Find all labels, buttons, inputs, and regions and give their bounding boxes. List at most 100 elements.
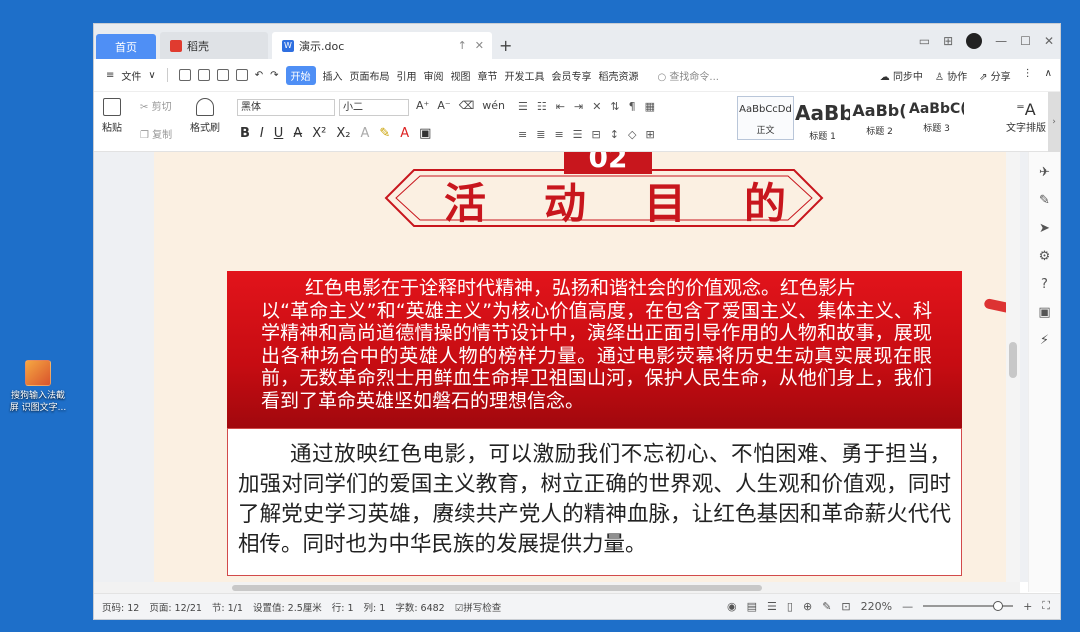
shrink-font-icon[interactable]: A⁻ — [437, 99, 450, 112]
justify-icon[interactable]: ☰ — [573, 128, 583, 141]
command-search[interactable]: ○ 查找命令... — [658, 68, 719, 83]
menu-start[interactable]: 开始 — [285, 65, 316, 85]
paste-button[interactable]: 粘贴 — [102, 98, 122, 134]
fullscreen-icon[interactable]: ⛶ — [1042, 599, 1050, 613]
font-size-select[interactable]: 小二 — [339, 99, 409, 116]
redo-icon[interactable]: ↷ — [270, 70, 278, 81]
numbered-list-icon[interactable]: ☷ — [537, 100, 547, 113]
tab-home[interactable]: 首页 — [96, 34, 156, 59]
preview-icon[interactable] — [235, 69, 248, 81]
chevron-down-icon[interactable]: ∨ — [148, 70, 155, 81]
clear-format-icon[interactable]: ⌫ — [459, 99, 475, 112]
strikethrough-icon[interactable]: A̶ — [293, 126, 302, 141]
web-view-icon[interactable]: ⊕ — [803, 600, 812, 613]
font-color-icon[interactable]: A — [400, 126, 409, 141]
avatar[interactable] — [966, 33, 983, 49]
tab-document[interactable]: W 演示.doc ↑ ✕ — [272, 32, 492, 59]
sidebar-pen-icon[interactable]: ✎ — [1029, 193, 1060, 208]
horizontal-scroll-thumb[interactable] — [232, 585, 762, 591]
align-left-icon[interactable]: ≡ — [518, 128, 527, 141]
ribbon-scroll-right[interactable]: › — [1048, 92, 1060, 152]
show-marks-icon[interactable]: ¶ — [629, 100, 636, 113]
distribute-icon[interactable]: ⊟ — [592, 128, 601, 141]
page-view-icon[interactable]: ▤ — [747, 600, 757, 613]
print-icon[interactable] — [216, 69, 229, 81]
table-icon[interactable]: ▦ — [645, 100, 655, 113]
tab-daoke[interactable]: 稻壳 — [160, 32, 268, 59]
sort-icon[interactable]: ⇅ — [610, 100, 619, 113]
minimize-icon[interactable]: — — [995, 34, 1007, 48]
menu-review[interactable]: 审阅 — [424, 68, 444, 83]
zoom-slider-knob[interactable] — [993, 601, 1004, 611]
collapse-ribbon-icon[interactable]: ∧ — [1045, 68, 1052, 83]
outdent-icon[interactable]: ⇤ — [556, 100, 565, 113]
sidebar-rocket-icon[interactable]: ✈ — [1029, 165, 1060, 180]
grid-icon[interactable]: ⊞ — [943, 34, 953, 48]
read-view-icon[interactable]: ▯ — [787, 600, 793, 613]
vertical-scrollbar[interactable] — [1006, 152, 1020, 582]
desktop-shortcut-sogou[interactable]: 搜狗输入法截屏 识图文字... — [2, 360, 74, 414]
sidebar-image-icon[interactable]: ▣ — [1029, 305, 1060, 320]
format-painter-button[interactable]: 格式刷 — [190, 98, 220, 134]
superscript-icon[interactable]: X² — [312, 126, 326, 141]
share-button[interactable]: ⇗ 分享 — [979, 68, 1011, 83]
fit-page-icon[interactable]: ⊡ — [841, 600, 850, 613]
outline-view-icon[interactable]: ☰ — [767, 600, 777, 613]
grow-font-icon[interactable]: A⁺ — [416, 99, 429, 112]
indent-icon[interactable]: ⇥ — [574, 100, 583, 113]
menu-layout[interactable]: 页面布局 — [350, 68, 390, 83]
eye-icon[interactable]: ◉ — [727, 600, 737, 613]
undo-icon[interactable]: ↶ — [255, 70, 263, 81]
zoom-in-button[interactable]: + — [1023, 600, 1032, 613]
align-right-icon[interactable]: ≡ — [554, 128, 563, 141]
new-tab-button[interactable]: + — [499, 36, 512, 55]
style-normal[interactable]: AaBbCcDd 正文 — [737, 96, 794, 140]
menu-dev-tools[interactable]: 开发工具 — [505, 68, 545, 83]
font-family-select[interactable]: 黑体 — [237, 99, 335, 116]
underline-icon[interactable]: U — [274, 126, 284, 141]
phonetic-icon[interactable]: wén — [482, 99, 505, 112]
menu-view[interactable]: 视图 — [451, 68, 471, 83]
line-spacing-icon[interactable]: ↕ — [610, 128, 619, 141]
copy-button[interactable]: ❐ 复制 — [140, 126, 172, 141]
hamburger-icon[interactable]: ≡ — [106, 70, 114, 81]
sync-button[interactable]: ☁ 同步中 — [880, 68, 923, 83]
close-icon[interactable]: ✕ — [1044, 34, 1054, 48]
menu-daoke-resources[interactable]: 稻壳资源 — [599, 68, 639, 83]
menu-insert[interactable]: 插入 — [323, 68, 343, 83]
status-page[interactable]: 页码: 12 — [102, 600, 139, 614]
zoom-level[interactable]: 220% — [861, 600, 892, 613]
sidebar-bolt-icon[interactable]: ⚡ — [1029, 333, 1060, 348]
style-heading-1[interactable]: AaBb 标题 1 — [794, 96, 851, 142]
sidebar-settings-icon[interactable]: ⚙ — [1029, 249, 1060, 264]
italic-icon[interactable]: I — [260, 126, 264, 141]
menu-file[interactable]: 文件 — [121, 68, 141, 83]
bullet-list-icon[interactable]: ☰ — [518, 100, 528, 113]
vertical-scroll-thumb[interactable] — [1009, 342, 1017, 378]
maximize-icon[interactable]: ☐ — [1020, 34, 1031, 48]
align-center-icon[interactable]: ≣ — [536, 128, 545, 141]
tab-pin-icon[interactable]: ↑ — [458, 39, 467, 52]
sidebar-cursor-icon[interactable]: ➤ — [1029, 221, 1060, 236]
style-heading-3[interactable]: AaBbC(标题 3 — [908, 96, 965, 140]
chinese-layout-icon[interactable]: ✕ — [592, 100, 601, 113]
status-words[interactable]: 字数: 6482 — [395, 600, 444, 614]
export-icon[interactable] — [197, 69, 210, 81]
bold-icon[interactable]: B — [240, 126, 250, 141]
spell-check-button[interactable]: ☑拼写检查 — [455, 600, 502, 614]
subscript-icon[interactable]: X₂ — [336, 126, 350, 141]
menu-member[interactable]: 会员专享 — [552, 68, 592, 83]
text-layout-button[interactable]: ⁼A 文字排版 — [1006, 100, 1046, 134]
collab-button[interactable]: ♙ 协作 — [935, 68, 967, 83]
menu-chapter[interactable]: 章节 — [478, 68, 498, 83]
sidebar-help-icon[interactable]: ? — [1029, 277, 1060, 292]
zoom-slider[interactable] — [923, 601, 1014, 611]
menu-references[interactable]: 引用 — [397, 68, 417, 83]
shading-icon[interactable]: ◇ — [628, 128, 636, 141]
more-icon[interactable]: ⋮ — [1023, 68, 1033, 83]
highlight-icon[interactable]: ✎ — [379, 126, 390, 141]
layout-icon[interactable]: ▭ — [919, 34, 930, 48]
tab-close-icon[interactable]: ✕ — [475, 39, 484, 52]
zoom-out-button[interactable]: — — [902, 600, 913, 613]
cut-button[interactable]: ✂ 剪切 — [140, 98, 172, 113]
